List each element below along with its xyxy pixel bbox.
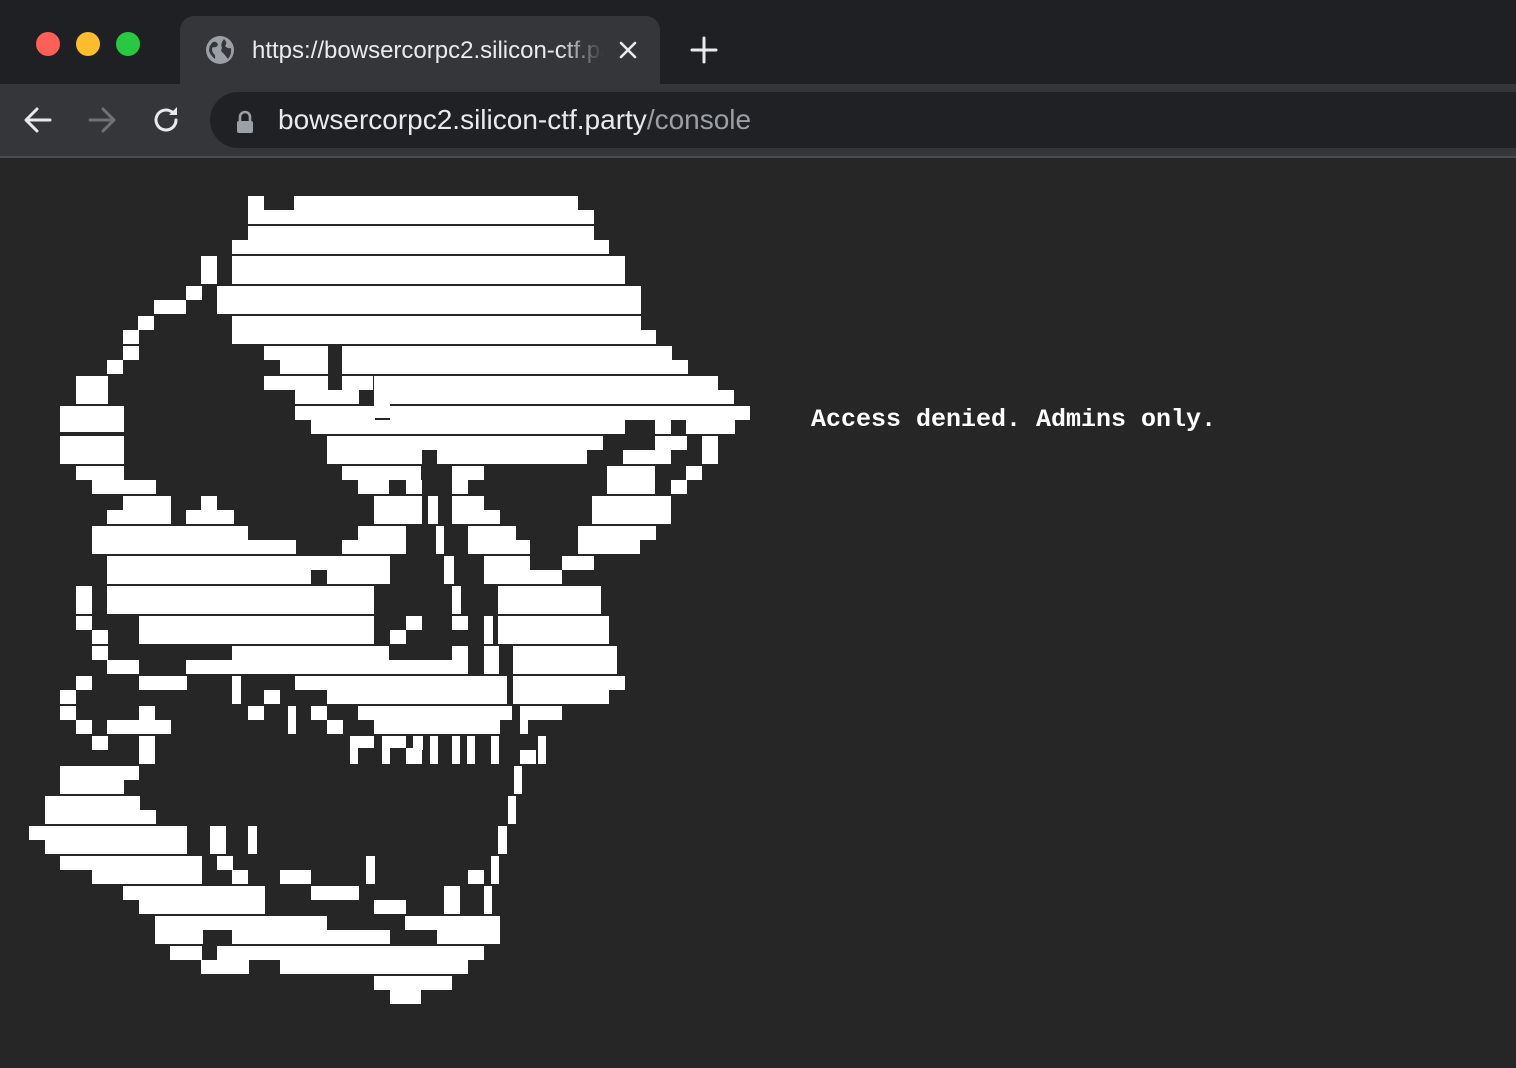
- skull-cheeks: [60, 616, 625, 704]
- browser-tab[interactable]: https://bowsercorpc2.silicon-ctf.party/c…: [180, 16, 660, 84]
- browser-toolbar: bowsercorpc2.silicon-ctf.party/console: [0, 84, 1516, 158]
- skull-cranium: [107, 196, 688, 374]
- skull-jaw: [29, 766, 522, 1004]
- skull-brow: [60, 376, 750, 464]
- reload-icon[interactable]: [150, 104, 182, 136]
- minimize-window-button[interactable]: [76, 32, 100, 56]
- url-text[interactable]: bowsercorpc2.silicon-ctf.party/console: [278, 102, 751, 138]
- plus-icon[interactable]: [690, 36, 718, 64]
- close-window-button[interactable]: [36, 32, 60, 56]
- url-path: /console: [646, 104, 752, 135]
- tab-strip: https://bowsercorpc2.silicon-ctf.party/c…: [0, 0, 1516, 84]
- globe-icon: [206, 36, 234, 64]
- page-content: Access denied. Admins only.: [0, 158, 1516, 1068]
- skull-teeth: [60, 706, 562, 764]
- arrow-right-icon[interactable]: [86, 104, 118, 136]
- skull-eyes-nose: [76, 466, 702, 614]
- skull-icon: [29, 196, 750, 1004]
- arrow-left-icon[interactable]: [22, 104, 54, 136]
- tab-title-fade: [560, 32, 614, 72]
- access-denied-message: Access denied. Admins only.: [811, 405, 1217, 434]
- lock-icon[interactable]: [234, 109, 256, 135]
- tab-title: https://bowsercorpc2.silicon-ctf.party/c…: [252, 37, 612, 64]
- maximize-window-button[interactable]: [116, 32, 140, 56]
- close-icon[interactable]: [616, 38, 640, 62]
- url-host: bowsercorpc2.silicon-ctf.party: [278, 104, 647, 135]
- address-bar[interactable]: bowsercorpc2.silicon-ctf.party/console: [210, 92, 1516, 148]
